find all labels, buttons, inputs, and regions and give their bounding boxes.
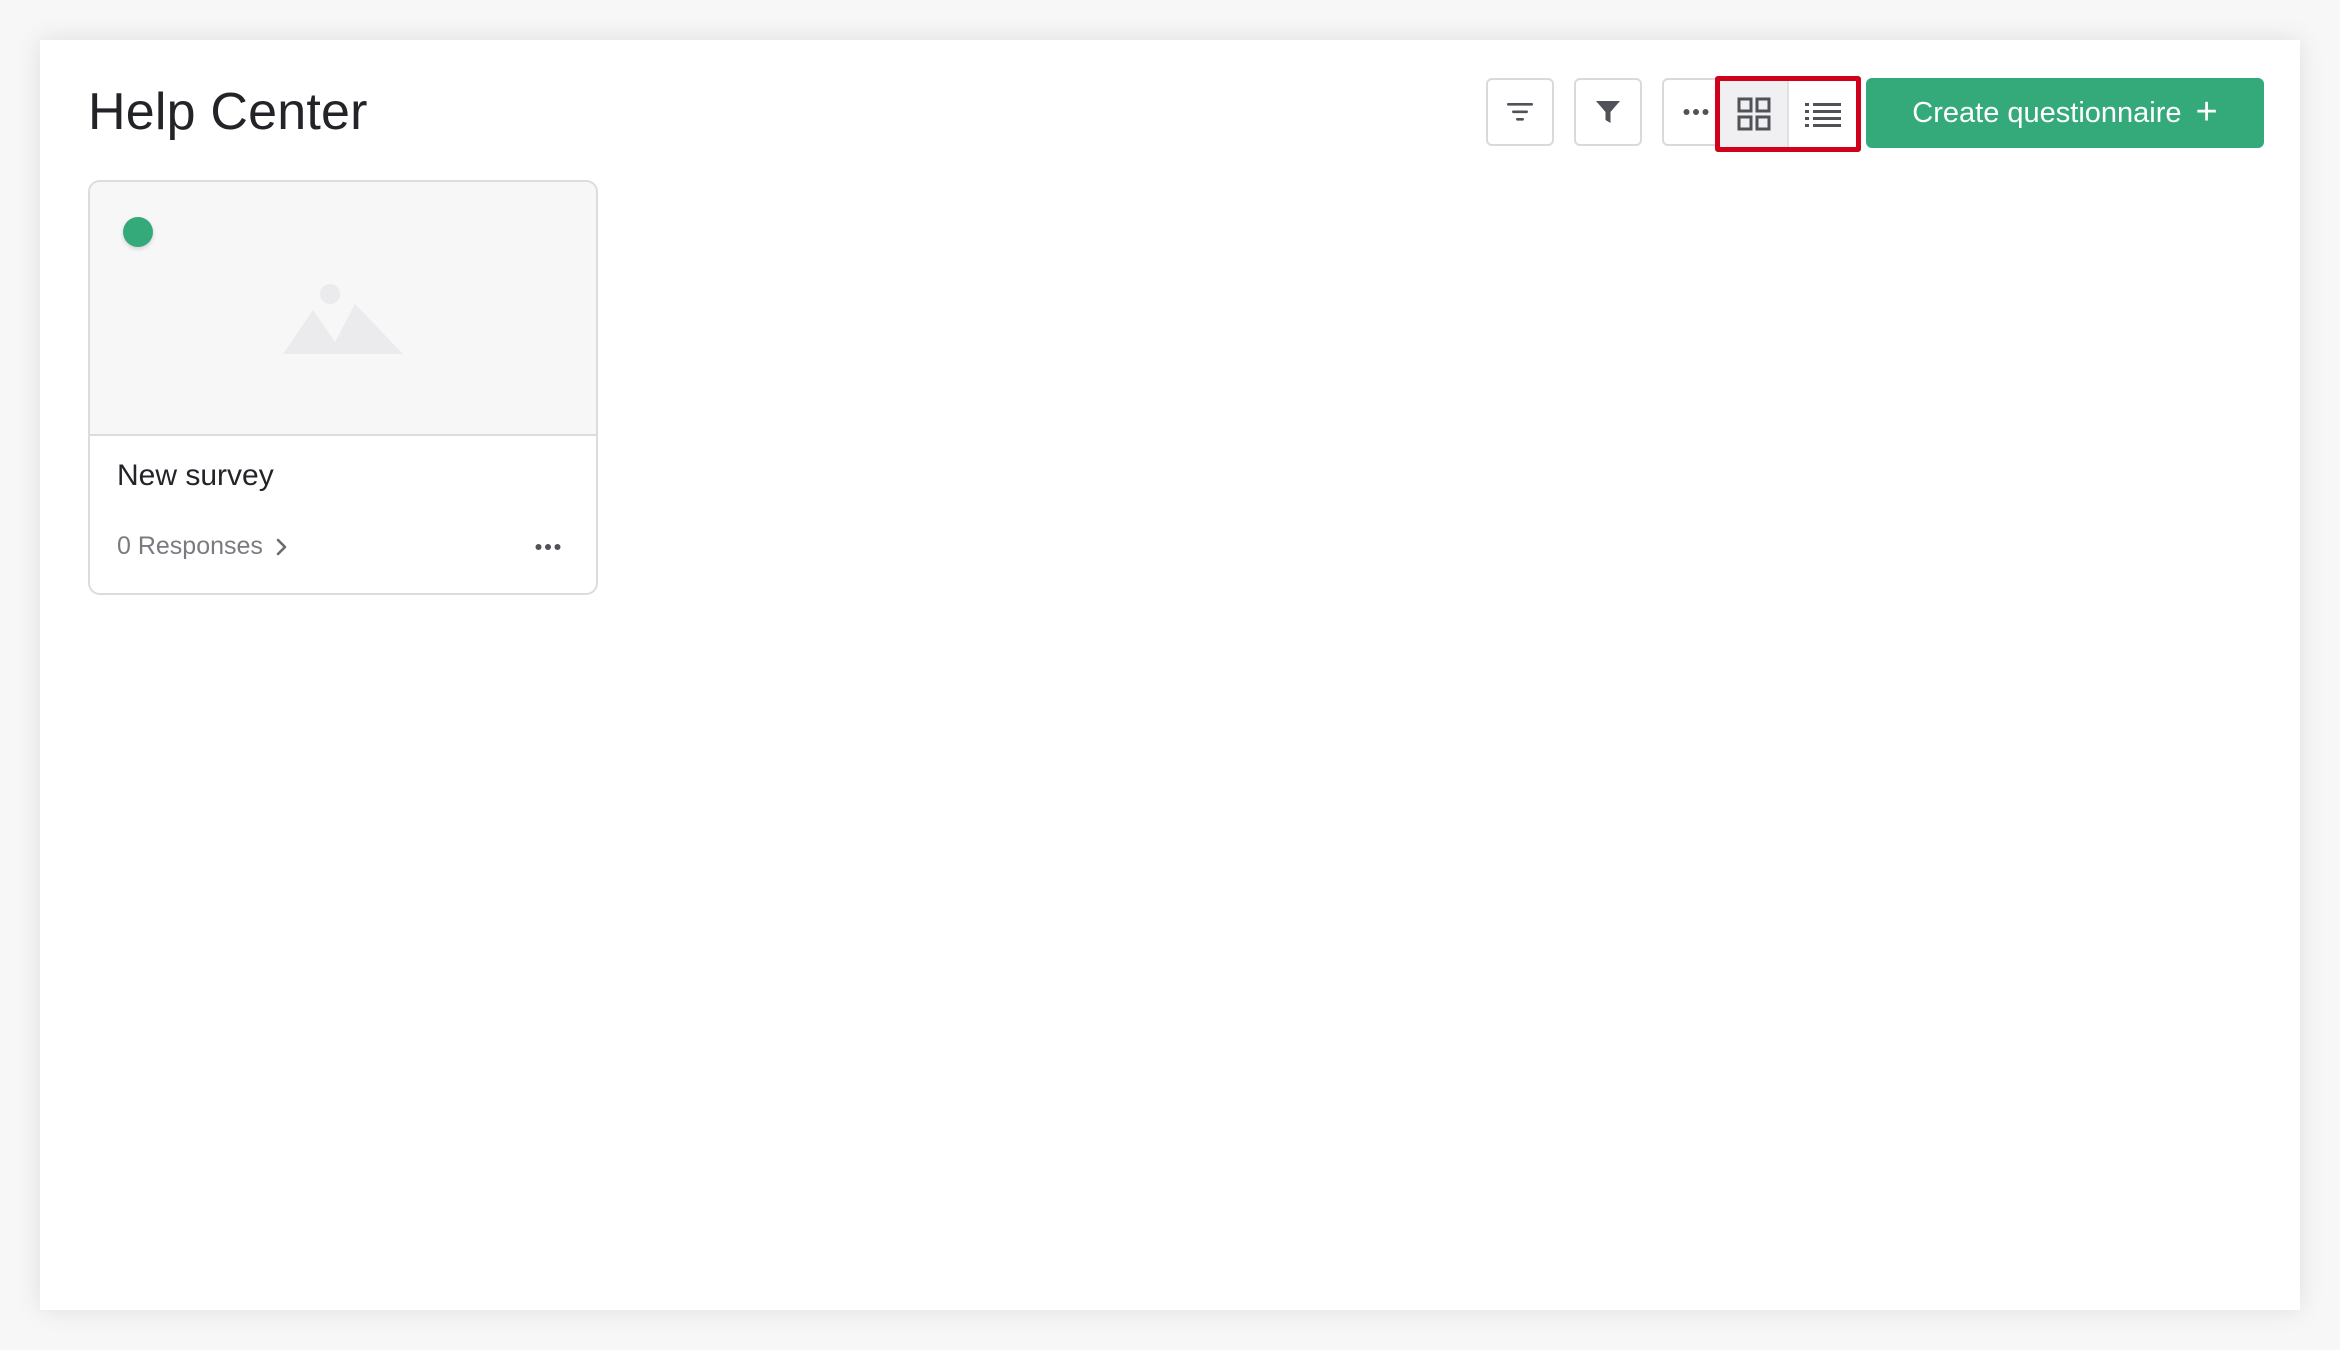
main-panel: Help Center Create questionnaire + New s… bbox=[40, 40, 2300, 1310]
create-questionnaire-button[interactable]: Create questionnaire + bbox=[1866, 78, 2264, 148]
sort-button[interactable] bbox=[1486, 78, 1554, 146]
page-title: Help Center bbox=[88, 83, 368, 141]
plus-icon: + bbox=[2195, 90, 2218, 133]
create-questionnaire-label: Create questionnaire bbox=[1912, 96, 2182, 129]
survey-card[interactable]: New survey 0 Responses bbox=[88, 180, 598, 595]
view-toggle bbox=[1715, 76, 1861, 152]
list-view-icon bbox=[1804, 103, 1841, 127]
survey-title: New survey bbox=[117, 459, 274, 492]
ellipsis-icon bbox=[535, 544, 561, 550]
image-placeholder-icon bbox=[283, 284, 403, 354]
grid-view-icon bbox=[1737, 97, 1770, 131]
card-more-button[interactable] bbox=[528, 532, 568, 562]
status-indicator bbox=[123, 217, 153, 247]
responses-count: 0 Responses bbox=[117, 532, 263, 560]
responses-link[interactable]: 0 Responses bbox=[117, 532, 287, 561]
filter-button[interactable] bbox=[1574, 78, 1642, 146]
ellipsis-icon bbox=[1683, 109, 1709, 115]
survey-thumbnail bbox=[90, 182, 596, 436]
sort-lines-icon bbox=[1507, 103, 1533, 121]
chevron-right-icon bbox=[276, 538, 287, 555]
funnel-icon bbox=[1596, 101, 1620, 123]
grid-view-button[interactable] bbox=[1720, 81, 1789, 147]
list-view-button[interactable] bbox=[1789, 81, 1856, 147]
